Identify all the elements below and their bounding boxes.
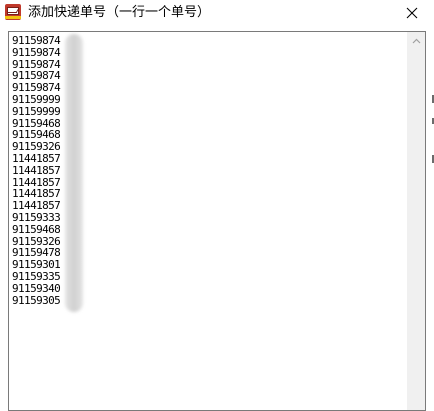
tracking-number-line: 91159999 [12,104,61,118]
vertical-scrollbar[interactable] [407,32,425,410]
scroll-up-button[interactable] [408,32,425,49]
tracking-number-line: 91159335 [12,269,61,283]
app-logo-icon [5,4,21,20]
tracking-number-line: 91159305 [12,293,61,307]
tracking-number-line: 11441857 [12,163,61,177]
redaction-blur [65,34,83,312]
tracking-number-line: 91159999 [12,92,61,106]
tracking-number-line: 91159468 [12,222,61,236]
chevron-up-icon [412,38,421,43]
close-icon [406,7,418,19]
tracking-numbers-textarea[interactable]: 91159874 91159874 91159874 91159874 91159874… [8,31,426,411]
tracking-number-line: 91159333 [12,210,61,224]
close-button[interactable] [390,0,434,26]
window-title: 添加快递单号（一行一个单号） [28,5,211,20]
tracking-number-line: 91159340 [12,281,61,295]
title-bar: 添加快递单号（一行一个单号） [0,0,434,26]
tracking-number-line: 91159874 [12,45,61,59]
tracking-number-list: 91159874 91159874 91159874 91159874 91159874… [12,35,61,307]
dialog-window: { "window": { "title": "添加快递单号（一行一个单号）",… [0,0,434,411]
tracking-number-line: 11441857 [12,151,61,165]
